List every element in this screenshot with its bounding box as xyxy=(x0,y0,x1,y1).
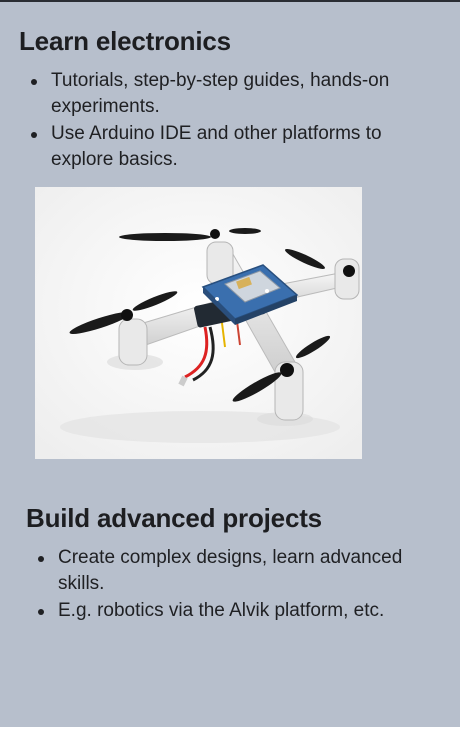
list-item: Use Arduino IDE and other platforms to e… xyxy=(31,121,449,173)
build-advanced-projects-list: Create complex designs, learn advanced s… xyxy=(26,545,446,624)
list-item: Tutorials, step-by-step guides, hands-on… xyxy=(31,68,449,120)
drone-photo xyxy=(35,187,362,459)
list-item: Create complex designs, learn advanced s… xyxy=(38,545,446,597)
section-title-learn-electronics: Learn electronics xyxy=(19,26,231,56)
section-title-build-advanced-projects: Build advanced projects xyxy=(26,503,322,533)
drone-illustration xyxy=(35,187,362,459)
learn-electronics-list: Tutorials, step-by-step guides, hands-on… xyxy=(19,68,449,173)
content-card: Learn electronics Tutorials, step-by-ste… xyxy=(0,0,460,727)
learn-electronics-section: Learn electronics Tutorials, step-by-ste… xyxy=(19,24,449,174)
build-advanced-projects-section: Build advanced projects Create complex d… xyxy=(26,501,446,625)
list-item: E.g. robotics via the Alvik platform, et… xyxy=(38,598,446,624)
